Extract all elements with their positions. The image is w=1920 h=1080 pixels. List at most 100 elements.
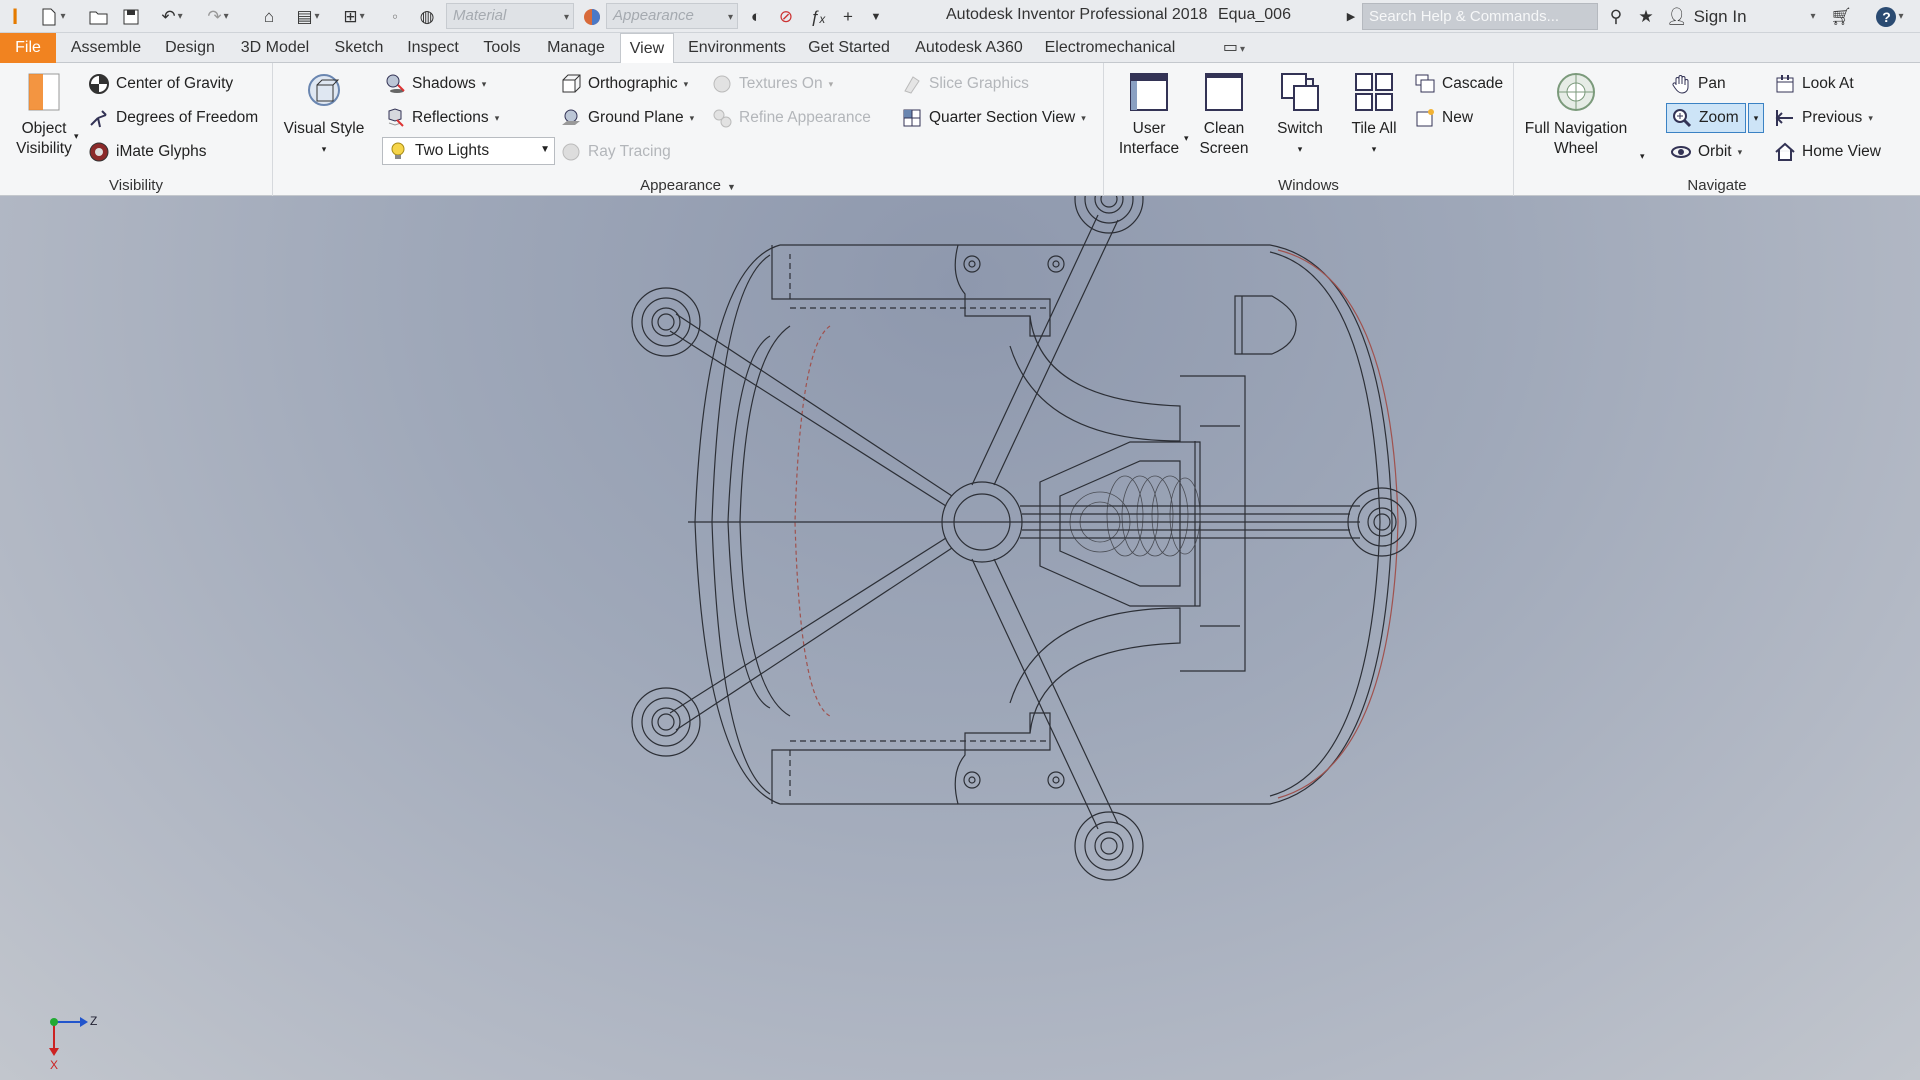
help-icon[interactable]: ? ▾ (1870, 0, 1910, 33)
zoom-magnifier-icon (1671, 107, 1693, 129)
textures-dropdown-icon[interactable]: ▾ (829, 79, 834, 90)
armrest-bottom (771, 712, 1051, 805)
zoom-dropdown-icon[interactable]: ▾ (1748, 103, 1764, 133)
imate-glyphs-button[interactable]: iMate Glyphs (88, 141, 206, 163)
new-file-icon[interactable]: ▾ (38, 0, 68, 33)
parameters-icon[interactable]: ƒₓ (806, 0, 830, 33)
appearance-dropdown[interactable]: Appearance ▾ (606, 3, 738, 29)
select-priority-icon[interactable]: ⊞ ▾ (334, 0, 374, 33)
pan-button[interactable]: Pan (1670, 73, 1726, 95)
sign-in-dropdown-icon[interactable]: ▾ (1804, 0, 1820, 33)
seat-back-hidden (794, 325, 831, 717)
search-input[interactable]: Search Help & Commands... (1362, 3, 1598, 30)
lighting-dropdown-icon[interactable]: ▼ (540, 144, 550, 155)
refine-appearance-button[interactable]: Refine Appearance (711, 107, 871, 129)
visual-style-button[interactable]: Visual Style ▾ (281, 71, 367, 159)
previous-view-dropdown-icon[interactable]: ▾ (1868, 113, 1873, 124)
ribbon-display-toggle-icon[interactable]: ▭ ▾ (1214, 33, 1254, 63)
ray-tracing-button[interactable]: Ray Tracing (560, 141, 671, 163)
graphics-viewport[interactable]: Z X (0, 196, 1920, 1080)
appearance-panel-title-wrap[interactable]: Appearance ▼ (273, 177, 1103, 194)
home-icon[interactable]: ⌂ (256, 0, 282, 33)
shadows-dropdown-icon[interactable]: ▾ (482, 79, 487, 90)
switch-button[interactable]: Switch ▾ (1268, 71, 1332, 159)
binoculars-icon[interactable]: ⚲ (1604, 0, 1628, 33)
degrees-of-freedom-icon (88, 107, 110, 129)
user-interface-button[interactable]: User Interface (1114, 71, 1184, 159)
tab-assemble[interactable]: Assemble (62, 33, 150, 63)
tab-manage[interactable]: Manage (536, 33, 616, 63)
redo-icon[interactable]: ↷ ▾ (198, 0, 238, 33)
full-navigation-wheel-button[interactable]: Full Navigation Wheel (1522, 71, 1630, 159)
shadows-button[interactable]: Shadows ▾ (384, 73, 486, 95)
navigation-wheel-dropdown-icon[interactable]: ▾ (1640, 151, 1645, 162)
previous-view-button[interactable]: Previous ▾ (1774, 107, 1873, 129)
undo-icon[interactable]: ↶ ▾ (152, 0, 192, 33)
tab-tools[interactable]: Tools (474, 33, 530, 63)
tab-3d-model[interactable]: 3D Model (230, 33, 320, 63)
adjust-appearance-icon[interactable]: ◐ (744, 0, 768, 33)
tile-all-button[interactable]: Tile All ▾ (1342, 71, 1406, 159)
inventor-logo-icon[interactable]: I (0, 0, 30, 33)
quarter-section-view-button[interactable]: Quarter Section View ▾ (901, 107, 1086, 129)
lighting-style-select[interactable]: Two Lights ▼ (382, 137, 555, 165)
triad-z-label: Z (90, 1014, 98, 1028)
tab-file[interactable]: File (0, 33, 56, 63)
tab-get-started[interactable]: Get Started (800, 33, 898, 63)
look-at-button[interactable]: Look At (1774, 73, 1854, 95)
tab-view[interactable]: View (620, 33, 674, 64)
tab-design[interactable]: Design (156, 33, 224, 63)
reflections-button[interactable]: Reflections ▾ (384, 107, 499, 129)
visual-style-dropdown-icon[interactable]: ▾ (281, 139, 367, 159)
orbit-dropdown-icon[interactable]: ▾ (1738, 147, 1743, 158)
cascade-button[interactable]: Cascade (1414, 73, 1503, 95)
ground-plane-dropdown-icon[interactable]: ▾ (690, 113, 695, 124)
favorites-star-icon[interactable]: ★ (1634, 0, 1658, 33)
object-visibility-button[interactable]: Object Visibility (6, 71, 82, 159)
expand-arrow-icon[interactable]: ▶ (1344, 0, 1358, 33)
new-window-button[interactable]: New (1414, 107, 1473, 129)
tab-sketch[interactable]: Sketch (326, 33, 392, 63)
user-interface-dropdown-icon[interactable]: ▾ (1184, 133, 1189, 144)
degrees-of-freedom-button[interactable]: Degrees of Freedom (88, 107, 258, 129)
print-icon[interactable]: ▤ ▾ (288, 0, 328, 33)
object-visibility-dropdown-icon[interactable]: ▾ (74, 131, 79, 142)
tile-all-icon (1353, 71, 1395, 113)
spoke-bottom (971, 558, 1119, 830)
tab-electromechanical[interactable]: Electromechanical (1040, 33, 1180, 63)
clear-appearance-icon[interactable]: ⊘ (774, 0, 798, 33)
center-of-gravity-button[interactable]: Center of Gravity (88, 73, 233, 95)
slice-graphics-button[interactable]: Slice Graphics (901, 73, 1029, 95)
clean-screen-button[interactable]: Clean Screen (1192, 71, 1256, 159)
spoke-left-bottom (669, 537, 953, 731)
orthographic-dropdown-icon[interactable]: ▾ (684, 79, 689, 90)
textures-on-button[interactable]: Textures On ▾ (711, 73, 833, 95)
save-icon[interactable] (118, 0, 144, 33)
material-dropdown[interactable]: Material ▾ (446, 3, 574, 29)
cart-icon[interactable]: 🛒︎ (1828, 0, 1854, 33)
quarter-section-dropdown-icon[interactable]: ▾ (1081, 113, 1086, 124)
pan-label: Pan (1698, 75, 1726, 92)
full-navigation-wheel-label: Full Navigation Wheel (1524, 120, 1628, 157)
sign-in-button[interactable]: 👤︎ Sign In (1666, 0, 1816, 33)
refine-appearance-label: Refine Appearance (739, 109, 871, 126)
tab-environments[interactable]: Environments (680, 33, 794, 63)
orbit-button[interactable]: Orbit ▾ (1670, 141, 1742, 163)
zoom-button[interactable]: Zoom (1666, 103, 1746, 133)
update-icon[interactable]: ◦ (382, 0, 408, 33)
bracket-bottom (1009, 607, 1181, 734)
add-icon[interactable]: + (836, 0, 860, 33)
open-file-icon[interactable] (86, 0, 112, 33)
coordinate-triad: Z X (44, 1012, 104, 1072)
navigate-panel-title: Navigate (1687, 177, 1747, 194)
home-view-button[interactable]: Home View (1774, 141, 1881, 163)
customize-qat-icon[interactable]: ▼ (866, 0, 886, 33)
ground-plane-button[interactable]: Ground Plane ▾ (560, 107, 694, 129)
tab-autodesk-a360[interactable]: Autodesk A360 (904, 33, 1034, 63)
reflections-dropdown-icon[interactable]: ▾ (495, 113, 500, 124)
color-scheme-icon[interactable]: ◍ (414, 0, 440, 33)
tile-all-dropdown-icon[interactable]: ▾ (1342, 139, 1406, 159)
orthographic-button[interactable]: Orthographic ▾ (560, 73, 688, 95)
tab-inspect[interactable]: Inspect (398, 33, 468, 63)
switch-dropdown-icon[interactable]: ▾ (1268, 139, 1332, 159)
